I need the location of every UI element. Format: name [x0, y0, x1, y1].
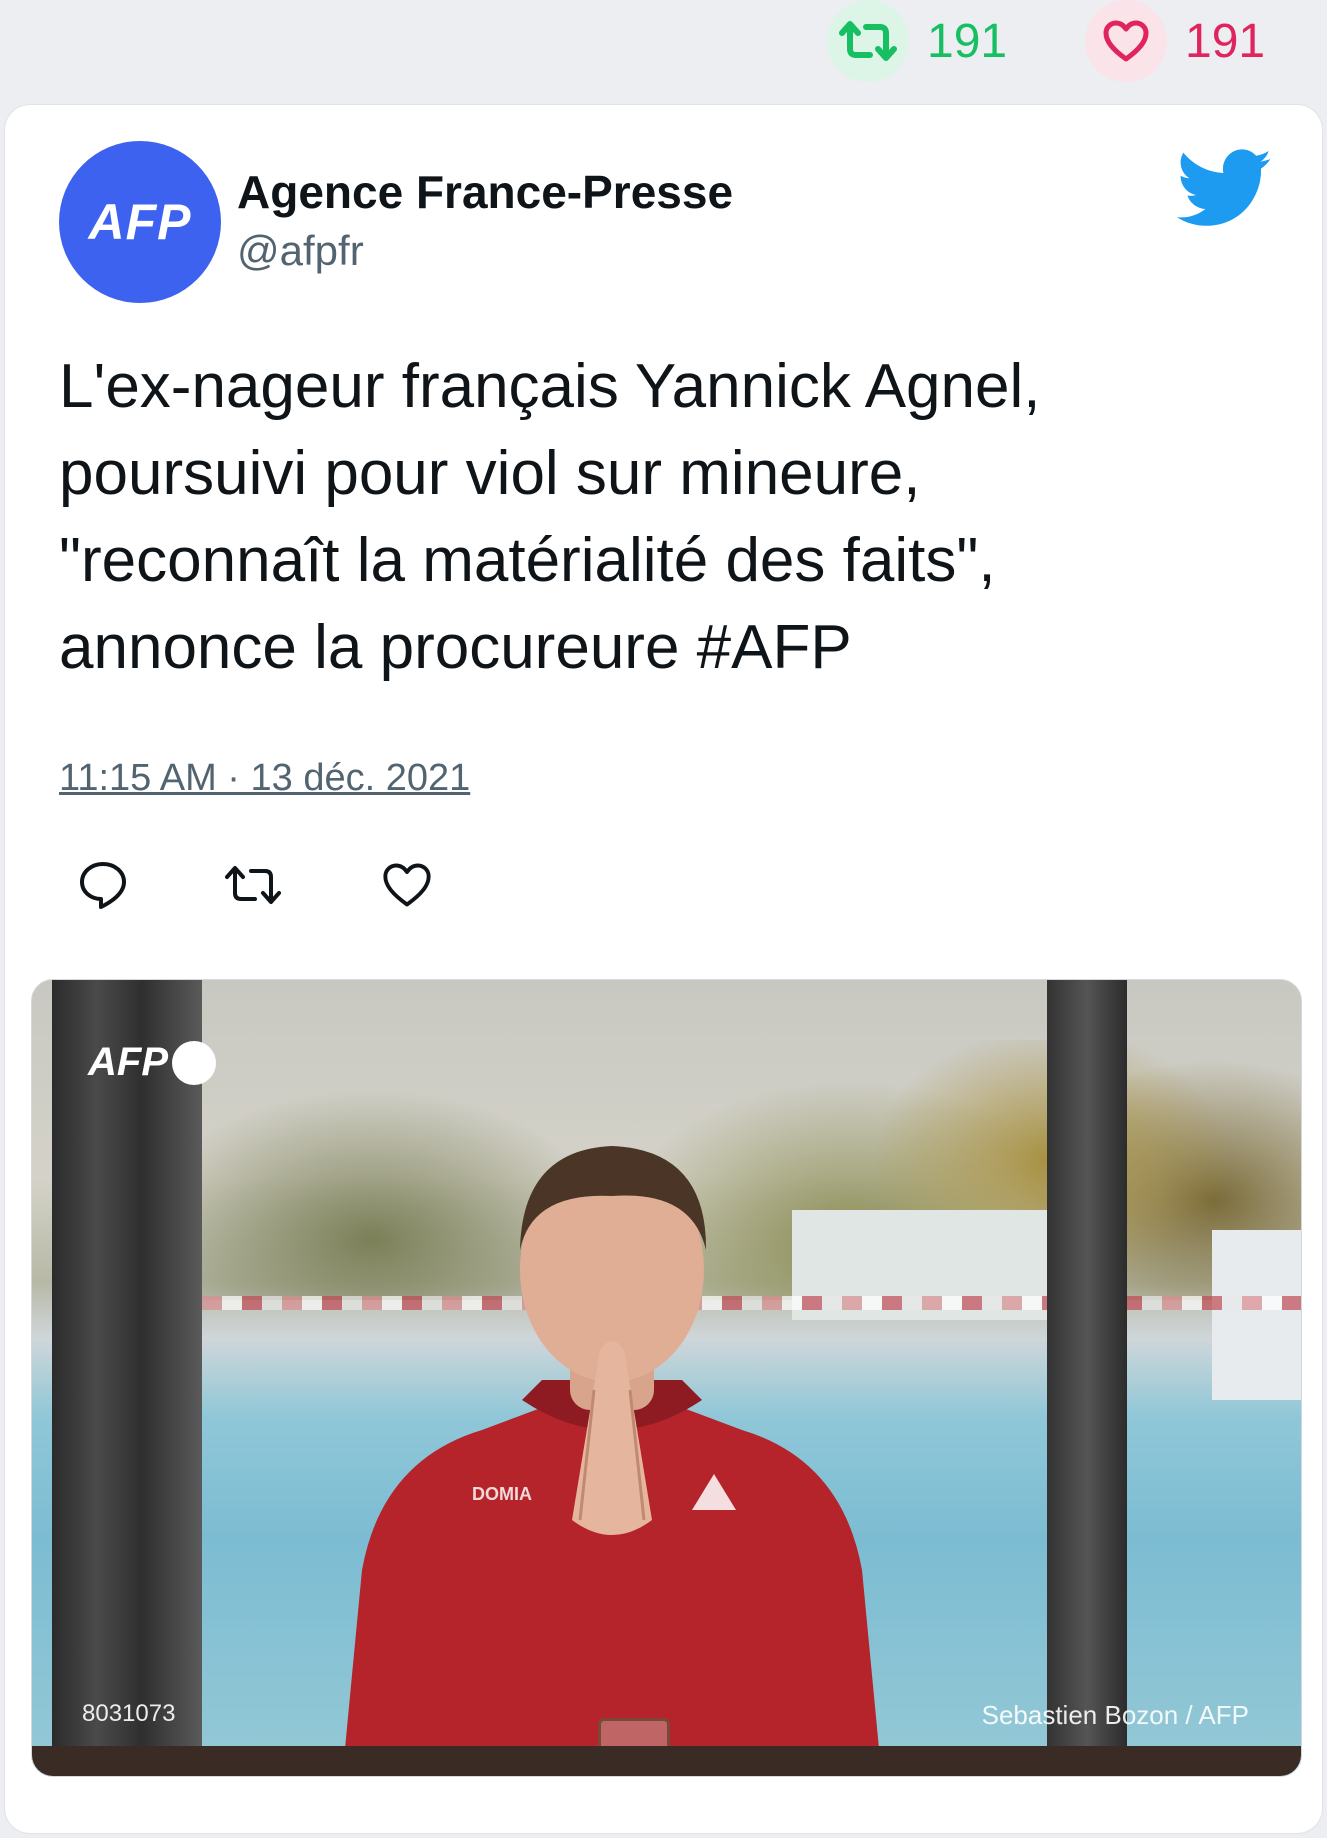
- heart-icon: [383, 863, 431, 907]
- photo-building: [1212, 1230, 1301, 1400]
- afp-watermark-text: AFP: [88, 1040, 168, 1084]
- photo-id: 8031073: [82, 1700, 176, 1727]
- like-stat[interactable]: 191: [1085, 0, 1265, 82]
- reply-icon: [80, 862, 126, 909]
- tweet-card: AFP Agence France-Presse @afpfr L'ex-nag…: [4, 104, 1323, 1834]
- retweet-button[interactable]: [221, 853, 285, 917]
- twitter-bird-icon[interactable]: [1177, 149, 1273, 229]
- like-button[interactable]: [375, 853, 439, 917]
- tweet-timestamp-link[interactable]: 11:15 AM · 13 déc. 2021: [59, 757, 470, 800]
- like-count: 191: [1185, 14, 1266, 68]
- photo-window-frame-right: [1047, 980, 1127, 1776]
- tweet-text-line: "reconnaît la matérialité des faits",: [59, 526, 996, 595]
- heart-icon[interactable]: [1085, 0, 1167, 82]
- tweet-text-line: L'ex-nageur français Yannick Agnel,: [59, 352, 1041, 421]
- afp-watermark-logo: AFP: [88, 1040, 216, 1085]
- tweet-actions: [59, 853, 439, 917]
- tweet-photo[interactable]: DOMIA AFP 8031073 Sebastien Bozon / AFP: [31, 979, 1302, 1777]
- retweet-count: 191: [927, 14, 1008, 68]
- tweet-text-line: annonce la procureure #AFP: [59, 613, 852, 682]
- author-name[interactable]: Agence France-Presse: [237, 165, 733, 219]
- avatar-label: AFP: [88, 194, 192, 250]
- afp-watermark-dot-icon: [172, 1040, 216, 1085]
- tweet-text: L'ex-nageur français Yannick Agnel, pour…: [59, 343, 1259, 691]
- author-handle[interactable]: @afpfr: [237, 227, 364, 275]
- svg-text:DOMIA: DOMIA: [472, 1484, 532, 1504]
- reply-button[interactable]: [71, 853, 135, 917]
- retweet-icon[interactable]: [827, 0, 909, 82]
- photo-table: [32, 1746, 1301, 1776]
- photo-swimmer-figure: DOMIA: [342, 1146, 882, 1776]
- photo-window-frame-left: [52, 980, 202, 1776]
- tweet-text-line: poursuivi pour viol sur mineure,: [59, 439, 921, 508]
- avatar[interactable]: AFP: [59, 141, 221, 303]
- photo-credit: Sebastien Bozon / AFP: [981, 1700, 1249, 1730]
- retweet-icon: [225, 866, 281, 904]
- engagement-stats-bar: 191 191: [0, 0, 1327, 100]
- retweet-stat[interactable]: 191: [827, 0, 1007, 82]
